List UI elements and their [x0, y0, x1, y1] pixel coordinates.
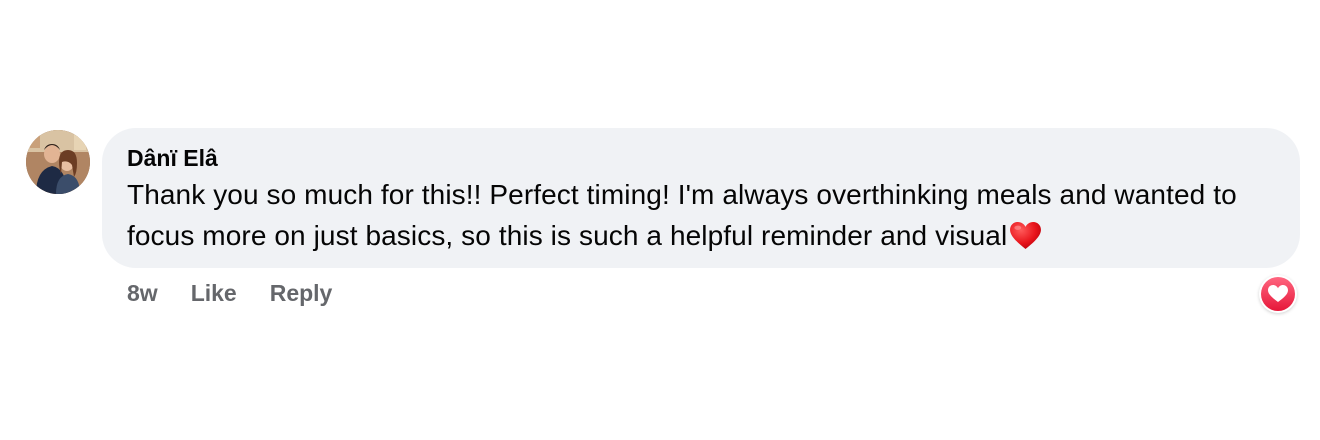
comment-actions: 8w Like Reply [127, 280, 332, 307]
comment-author[interactable]: Dânï Elâ [127, 144, 1276, 172]
avatar[interactable] [26, 130, 90, 194]
love-reaction-badge [1261, 277, 1295, 311]
comment-text: Thank you so much for this!! Perfect tim… [127, 179, 1237, 251]
avatar-photo [26, 130, 90, 194]
red-heart-emoji-icon [1010, 220, 1042, 250]
comment-bubble: Dânï Elâ Thank you so much for this!! Pe… [102, 128, 1300, 268]
heart-icon [1268, 285, 1288, 302]
comment-timestamp[interactable]: 8w [127, 280, 158, 307]
comment-text-wrap: Thank you so much for this!! Perfect tim… [127, 174, 1276, 256]
love-reaction-icon[interactable] [1259, 275, 1297, 313]
like-button[interactable]: Like [191, 280, 237, 307]
reply-button[interactable]: Reply [270, 280, 333, 307]
